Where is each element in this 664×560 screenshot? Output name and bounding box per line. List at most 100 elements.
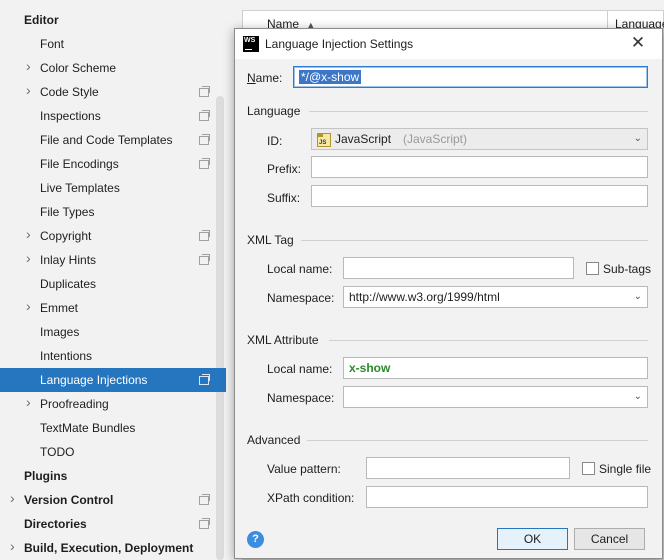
tree-item-label: Inlay Hints <box>40 253 97 267</box>
expand-arrow-icon[interactable]: › <box>26 59 34 73</box>
chevron-down-icon: ⌄ <box>633 133 642 144</box>
expand-arrow-icon[interactable]: › <box>26 251 34 265</box>
section-divider <box>309 111 648 112</box>
prefix-label: Prefix: <box>267 162 302 176</box>
project-scope-icon <box>199 374 210 385</box>
chevron-down-icon: ⌄ <box>633 291 642 302</box>
tag-local-name-label: Local name: <box>267 262 333 276</box>
tree-item-label: TextMate Bundles <box>40 421 136 435</box>
project-scope-icon <box>199 110 210 121</box>
help-icon[interactable]: ? <box>247 531 264 548</box>
cancel-button[interactable]: Cancel <box>574 528 645 550</box>
tag-namespace-select[interactable]: http://www.w3.org/1999/html ⌄ <box>343 286 648 308</box>
tree-item-label: File and Code Templates <box>40 133 173 147</box>
tree-item-label: Inspections <box>40 109 101 123</box>
tree-item-duplicates[interactable]: Duplicates <box>0 272 214 296</box>
suffix-label: Suffix: <box>267 191 301 205</box>
tree-item-label: Directories <box>24 517 87 531</box>
settings-tree: Editor Font › Color Scheme › Code Style Inspec… <box>0 0 226 560</box>
single-file-checkbox[interactable] <box>582 462 595 475</box>
expand-arrow-icon[interactable]: › <box>26 299 34 313</box>
tree-item-directories[interactable]: Directories <box>0 512 214 536</box>
project-scope-icon <box>199 158 210 169</box>
tag-local-name-input[interactable] <box>343 257 574 279</box>
tree-item-live-templates[interactable]: Live Templates <box>0 176 214 200</box>
tree-item-proofreading[interactable]: › Proofreading <box>0 392 214 416</box>
tag-namespace-value: http://www.w3.org/1999/html <box>349 290 500 304</box>
name-input[interactable]: */@x-show <box>293 66 648 88</box>
attr-namespace-select[interactable]: ⌄ <box>343 386 648 408</box>
advanced-section-title: Advanced <box>247 433 301 447</box>
expand-arrow-icon[interactable]: › <box>26 227 34 241</box>
tree-item-language-injections[interactable]: Language Injections <box>0 368 226 392</box>
tag-namespace-label: Namespace: <box>267 291 335 305</box>
tree-item-label: Language Injections <box>40 373 148 387</box>
language-id-hint: (JavaScript) <box>403 132 468 146</box>
value-pattern-input[interactable] <box>366 457 570 479</box>
tree-item-textmate-bundles[interactable]: TextMate Bundles <box>0 416 214 440</box>
tree-item-editor[interactable]: Editor <box>0 8 214 32</box>
tree-item-copyright[interactable]: › Copyright <box>0 224 214 248</box>
tree-item-intentions[interactable]: Intentions <box>0 344 214 368</box>
tree-item-label: Color Scheme <box>40 61 117 75</box>
tree-item-inspections[interactable]: Inspections <box>0 104 214 128</box>
tree-item-build-execution-deployment[interactable]: › Build, Execution, Deployment <box>0 536 214 560</box>
name-label: Name: <box>247 71 283 85</box>
dialog-title: Language Injection Settings <box>265 37 414 51</box>
chevron-down-icon: ⌄ <box>633 391 642 402</box>
attr-local-name-label: Local name: <box>267 362 333 376</box>
language-section-title: Language <box>247 104 301 118</box>
tree-item-label: Code Style <box>40 85 99 99</box>
prefix-input[interactable] <box>311 156 648 178</box>
project-scope-icon <box>199 494 210 505</box>
expand-arrow-icon[interactable]: › <box>10 491 18 505</box>
language-id-select[interactable]: JS JavaScript (JavaScript) ⌄ <box>311 128 648 150</box>
subtags-checkbox[interactable] <box>586 262 599 275</box>
tree-item-code-style[interactable]: › Code Style <box>0 80 214 104</box>
language-injection-dialog: WS Language Injection Settings ✕ Name: *… <box>234 28 663 559</box>
tree-item-file-types[interactable]: File Types <box>0 200 214 224</box>
tree-item-label: TODO <box>40 445 75 459</box>
project-scope-icon <box>199 518 210 529</box>
id-label: ID: <box>267 134 283 148</box>
section-divider <box>301 240 648 241</box>
close-icon[interactable]: ✕ <box>629 34 647 52</box>
tree-item-images[interactable]: Images <box>0 320 214 344</box>
attr-local-name-input[interactable]: x-show <box>343 357 648 379</box>
tree-item-emmet[interactable]: › Emmet <box>0 296 214 320</box>
tree-item-file-and-code-templates[interactable]: File and Code Templates <box>0 128 214 152</box>
tree-item-todo[interactable]: TODO <box>0 440 214 464</box>
javascript-file-icon: JS <box>317 133 331 147</box>
name-input-value: */@x-show <box>299 70 362 84</box>
tree-item-label: Emmet <box>40 301 79 315</box>
expand-arrow-icon[interactable]: › <box>10 539 18 553</box>
tree-item-label: Live Templates <box>40 181 120 195</box>
tree-item-label: Build, Execution, Deployment <box>24 541 194 555</box>
project-scope-icon <box>199 86 210 97</box>
tree-item-label: Duplicates <box>40 277 97 291</box>
value-pattern-label: Value pattern: <box>267 462 341 476</box>
tree-item-label: Images <box>40 325 80 339</box>
tree-item-file-encodings[interactable]: File Encodings <box>0 152 214 176</box>
tree-item-plugins[interactable]: Plugins <box>0 464 214 488</box>
tree-item-color-scheme[interactable]: › Color Scheme <box>0 56 214 80</box>
section-divider <box>329 340 648 341</box>
suffix-input[interactable] <box>311 185 648 207</box>
tree-item-label: File Types <box>40 205 95 219</box>
expand-arrow-icon[interactable]: › <box>26 395 34 409</box>
xml-attribute-section-title: XML Attribute <box>247 333 319 347</box>
project-scope-icon <box>199 254 210 265</box>
ok-button[interactable]: OK <box>497 528 568 550</box>
tree-item-font[interactable]: Font <box>0 32 214 56</box>
tree-item-inlay-hints[interactable]: › Inlay Hints <box>0 248 214 272</box>
expand-arrow-icon[interactable]: › <box>26 83 34 97</box>
dialog-titlebar: WS Language Injection Settings ✕ <box>235 29 662 59</box>
xpath-condition-input[interactable] <box>366 486 648 508</box>
tree-item-version-control[interactable]: › Version Control <box>0 488 214 512</box>
project-scope-icon <box>199 134 210 145</box>
tree-item-label: Version Control <box>24 493 114 507</box>
webstorm-logo-icon: WS <box>243 36 259 52</box>
tree-scrollbar[interactable] <box>216 96 224 560</box>
xpath-condition-label: XPath condition: <box>267 491 355 505</box>
tree-item-label: Copyright <box>40 229 92 243</box>
